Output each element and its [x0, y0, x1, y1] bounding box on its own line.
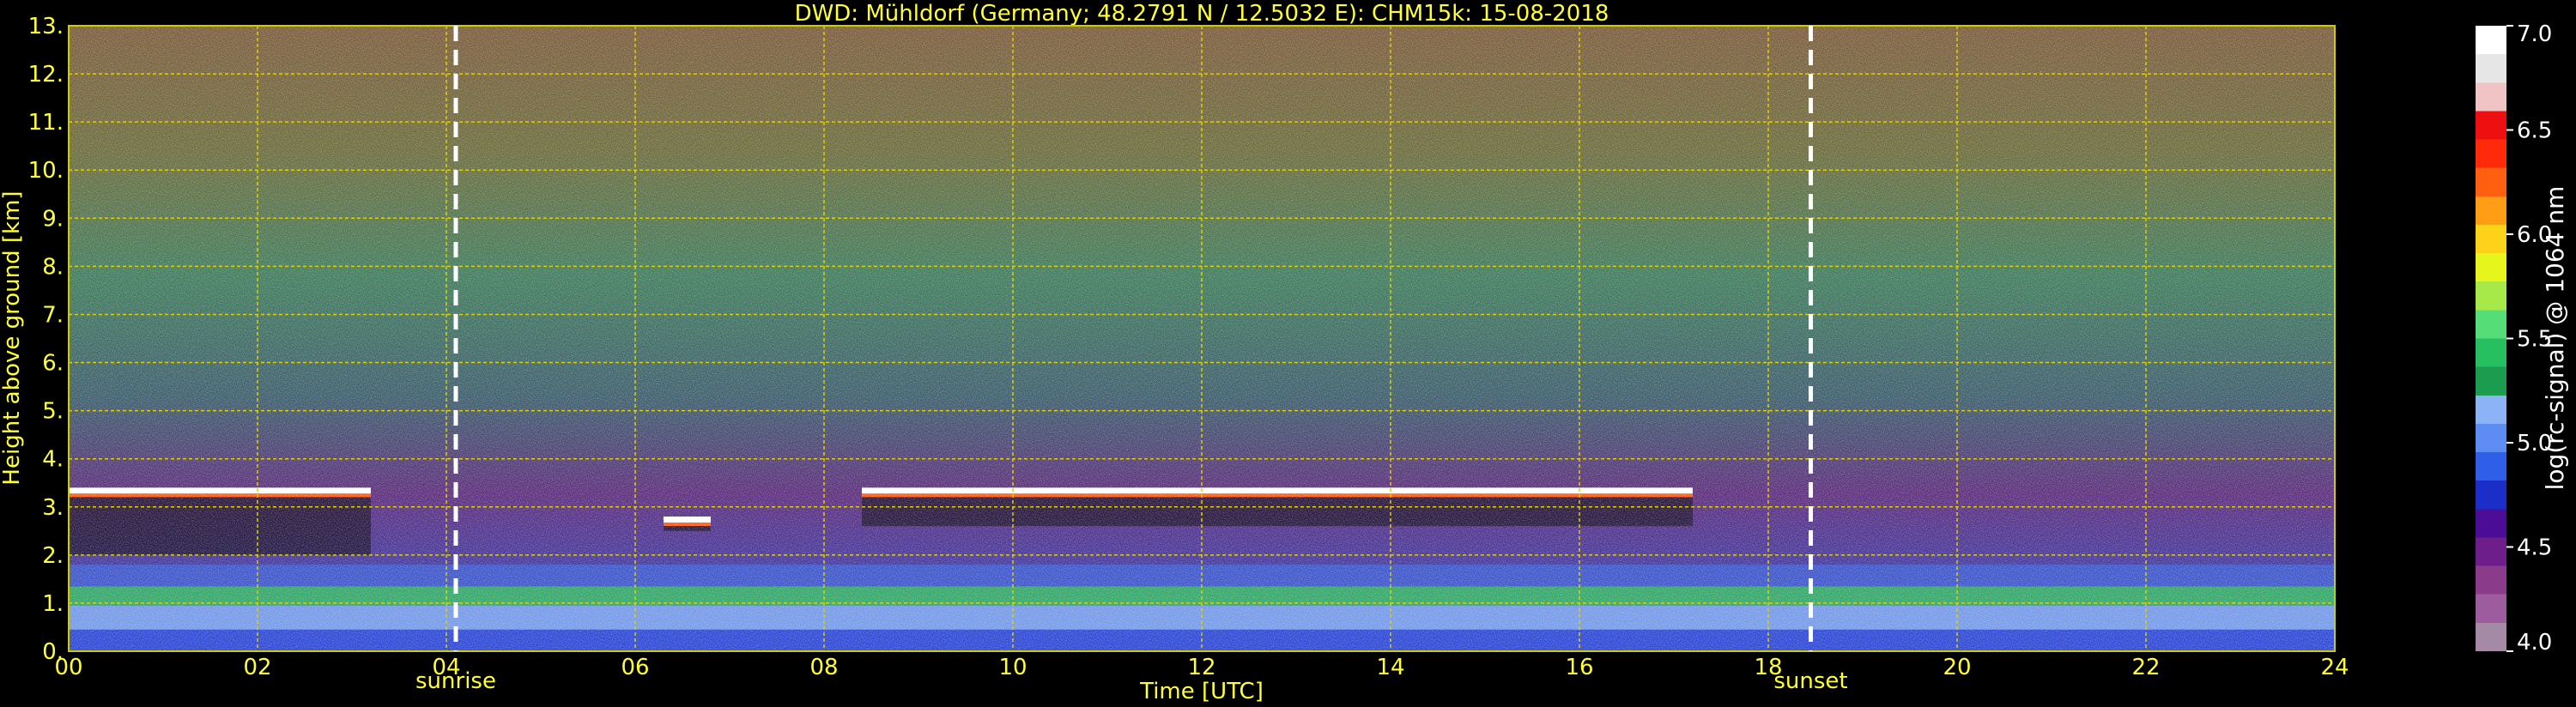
- y-tick-label: 11.: [28, 110, 64, 136]
- y-tick-label: 7.: [42, 302, 64, 328]
- y-axis: 0.1.2.3.4.5.6.7.8.9.10.11.12.13.: [28, 14, 64, 665]
- x-tick-label: 22: [2131, 655, 2160, 680]
- y-tick-label: 6.: [42, 351, 64, 377]
- y-axis-label: Height above ground [km]: [0, 190, 25, 485]
- ceilometer-chart: DWD: Mühldorf (Germany; 48.2791 N / 12.5…: [0, 1, 2569, 704]
- x-tick-label: 06: [621, 655, 649, 680]
- x-tick-label: 16: [1565, 655, 1593, 680]
- y-tick-label: 3.: [42, 495, 64, 521]
- x-tick-label: 04: [432, 655, 460, 680]
- event-label-sunset: sunset: [1773, 668, 1847, 694]
- x-tick-label: 18: [1754, 655, 1782, 680]
- y-tick-label: 5.: [42, 399, 64, 425]
- y-tick-label: 1.: [42, 591, 64, 617]
- x-tick-label: 10: [998, 655, 1027, 680]
- colorbar-label: log(rc-signal) @ 1064 nm: [2541, 186, 2569, 491]
- x-axis: 00 02 04 06 08 10 12 14 16 18 20 22 24: [54, 655, 2349, 680]
- colorbar-tick-label: 4.0: [2517, 630, 2552, 656]
- colorbar: [2476, 26, 2506, 651]
- colorbar-tick-label: 7.0: [2517, 21, 2552, 47]
- y-tick-label: 9.: [42, 206, 64, 232]
- colorbar-tick-label: 4.5: [2517, 535, 2552, 561]
- chart-title: DWD: Mühldorf (Germany; 48.2791 N / 12.5…: [795, 1, 1609, 27]
- y-tick-label: 4.: [42, 447, 64, 473]
- x-tick-label: 24: [2320, 655, 2349, 680]
- x-tick-label: 02: [243, 655, 271, 680]
- x-tick-label: 20: [1943, 655, 1971, 680]
- y-tick-label: 2.: [42, 543, 64, 569]
- y-tick-label: 8.: [42, 254, 64, 280]
- y-tick-label: 10.: [28, 158, 64, 184]
- x-tick-label: 08: [809, 655, 838, 680]
- y-tick-label: 12.: [28, 62, 64, 88]
- x-tick-label: 00: [54, 655, 82, 680]
- x-axis-label: Time [UTC]: [1139, 679, 1264, 704]
- x-tick-label: 14: [1376, 655, 1404, 680]
- x-tick-label: 12: [1187, 655, 1215, 680]
- y-tick-label: 13.: [28, 14, 64, 39]
- colorbar-tick-label: 6.5: [2517, 118, 2552, 144]
